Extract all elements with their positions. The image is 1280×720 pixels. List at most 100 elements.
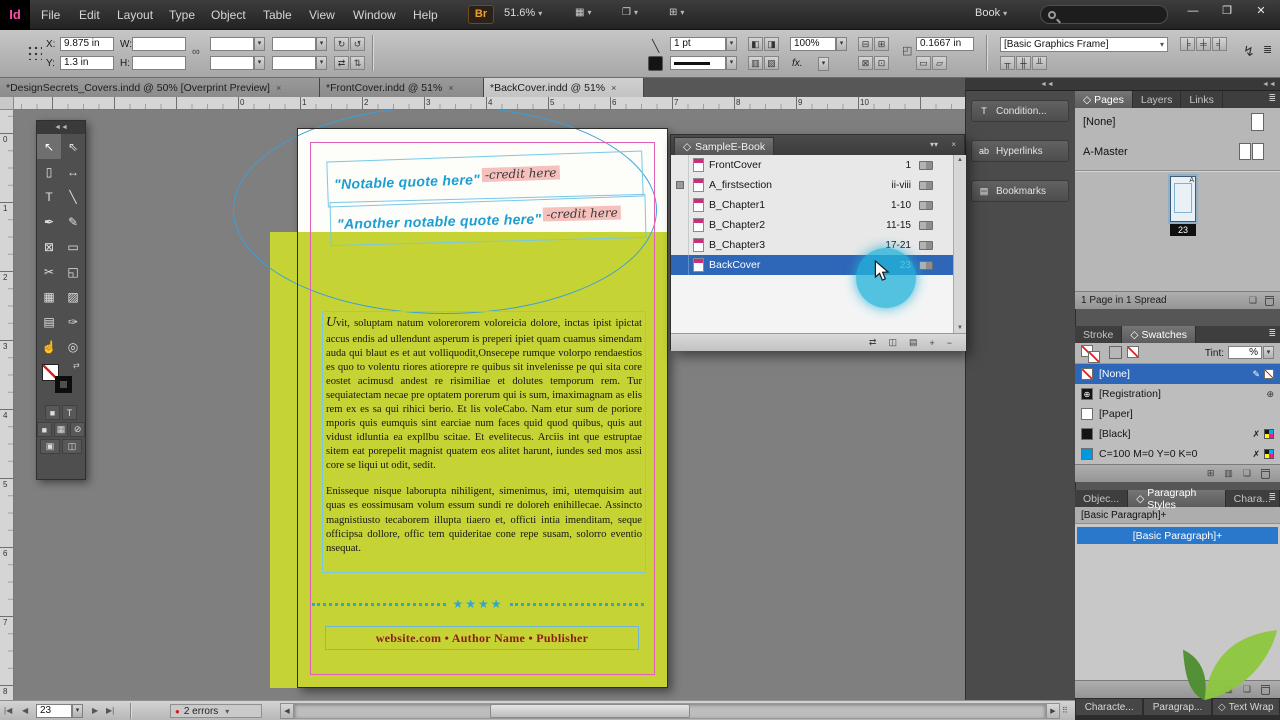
print-book-icon[interactable]: ▤ xyxy=(909,337,918,348)
footer-text-frame[interactable]: website.com • Author Name • Publisher xyxy=(325,626,639,650)
add-document-icon[interactable]: + xyxy=(929,338,934,348)
rotation-angle-field[interactable] xyxy=(272,37,316,51)
book-row-chapter3[interactable]: B_Chapter3 17-21 xyxy=(671,235,953,255)
note-tool[interactable]: ▤ xyxy=(37,309,61,334)
stroke-proxy-icon[interactable] xyxy=(1088,351,1100,363)
close-panel-icon[interactable]: × xyxy=(951,140,956,149)
tab-stroke[interactable]: Stroke xyxy=(1075,326,1123,343)
tab-paragraph-styles[interactable]: ◇ Paragraph Styles xyxy=(1128,487,1226,511)
width-field[interactable] xyxy=(132,37,186,51)
height-field[interactable] xyxy=(132,56,186,70)
quote-frame-2[interactable]: "Another notable quote here" -credit her… xyxy=(329,193,647,247)
pen-tool[interactable]: ✒ xyxy=(37,209,61,234)
page-tool[interactable]: ▯ xyxy=(37,159,61,184)
swatch-row-none[interactable]: [None] ✎ xyxy=(1075,364,1280,384)
apply-none-button[interactable]: ⊘ xyxy=(70,422,86,437)
first-page-button[interactable]: |◀ xyxy=(4,706,12,715)
workspace-switcher[interactable]: Book ▾ xyxy=(975,7,1007,19)
arrange-documents-button[interactable]: ⊞ ▾ xyxy=(669,7,684,18)
previous-page-button[interactable]: ◀ xyxy=(22,706,28,715)
book-row-chapter2[interactable]: B_Chapter2 11-15 xyxy=(671,215,953,235)
quick-apply-icon[interactable]: ↯ xyxy=(1243,43,1255,60)
book-row-chapter1[interactable]: B_Chapter1 1-10 xyxy=(671,195,953,215)
zoom-tool[interactable]: ◎ xyxy=(61,334,85,359)
panel-menu-icon[interactable]: ≣ xyxy=(1268,492,1276,503)
page-number-dropdown[interactable]: ▾ xyxy=(72,704,83,718)
object-style-combo[interactable]: [Basic Graphics Frame] ▾ xyxy=(1000,37,1168,52)
book-panel-header[interactable]: ◇ SampleE-Book ▾▾ × xyxy=(671,135,964,155)
effects-object-icon[interactable]: ▥ xyxy=(748,56,763,70)
divider-dotted-rule[interactable]: ★★★★ xyxy=(312,597,644,611)
tab-layers[interactable]: Layers xyxy=(1133,91,1182,108)
collapse-panels-icon[interactable]: ◄◄ xyxy=(1262,81,1276,88)
effects-fx-button[interactable]: fx. xyxy=(792,58,803,69)
page-number-badge[interactable]: 23 xyxy=(1170,224,1196,236)
effects-fx-dropdown[interactable]: ▾ xyxy=(818,57,829,71)
delete-swatch-icon[interactable] xyxy=(1261,468,1270,479)
minimize-panel-icon[interactable]: ▾▾ xyxy=(930,140,938,149)
horizontal-ruler[interactable]: 0 1 2 3 4 5 6 7 8 9 10 xyxy=(14,97,965,110)
corner-shape-alt-icon[interactable]: ▱ xyxy=(932,56,947,70)
synchronize-icon[interactable]: ⇄ xyxy=(869,337,877,348)
scroll-right-button[interactable]: ▶ xyxy=(1046,703,1060,719)
reference-point-proxy[interactable] xyxy=(26,44,42,60)
stroke-type-field[interactable] xyxy=(670,56,726,70)
hyperlinks-panel-button[interactable]: ab Hyperlinks xyxy=(971,140,1069,162)
vertical-ruler[interactable]: 0 1 2 3 4 5 6 7 8 xyxy=(0,110,14,700)
master-a-item[interactable]: A-Master xyxy=(1083,146,1128,158)
panel-menu-icon[interactable]: ≣ xyxy=(1268,93,1276,104)
preview-mode-button[interactable]: ◫ xyxy=(62,439,82,454)
close-icon[interactable]: × xyxy=(611,83,616,93)
menu-window[interactable]: Window xyxy=(344,0,405,30)
tools-panel-header[interactable]: ◄◄ xyxy=(37,121,85,134)
doc-tab-frontcover[interactable]: *FrontCover.indd @ 51% × xyxy=(320,78,484,97)
swatch-row-registration[interactable]: ⊕ [Registration] ⊕ xyxy=(1075,384,1280,404)
page-number-field[interactable]: 23 xyxy=(36,704,72,718)
corner-shape-icon[interactable]: ▭ xyxy=(916,56,931,70)
gap-tool[interactable]: ↔ xyxy=(61,159,85,184)
delete-page-icon[interactable] xyxy=(1265,295,1274,306)
flip-horizontal-button[interactable]: ⇄ xyxy=(334,56,349,70)
pencil-tool[interactable]: ✎ xyxy=(61,209,85,234)
book-list-scrollbar[interactable]: ▲ ▼ xyxy=(953,155,966,333)
stroke-color-swatch[interactable] xyxy=(648,56,663,71)
collapse-dock-icon[interactable]: ◄◄ xyxy=(1040,81,1054,88)
menu-layout[interactable]: Layout xyxy=(108,0,162,30)
align-middle-icon[interactable]: ╪ xyxy=(1196,37,1211,51)
menu-type[interactable]: Type xyxy=(160,0,204,30)
close-icon[interactable]: × xyxy=(448,83,453,93)
tab-pages[interactable]: ◇ Pages xyxy=(1075,91,1133,108)
tab-links[interactable]: Links xyxy=(1181,91,1223,108)
scale-x-dropdown[interactable]: ▾ xyxy=(254,37,265,51)
selection-tool[interactable]: ↖ xyxy=(37,134,61,159)
shear-dropdown[interactable]: ▾ xyxy=(316,56,327,70)
align-left-icon[interactable]: ╞ xyxy=(1180,37,1195,51)
doc-tab-backcover[interactable]: *BackCover.indd @ 51% × xyxy=(484,78,644,97)
resize-grip-icon[interactable]: ⠿ xyxy=(1062,706,1068,715)
window-close-button[interactable]: ✕ xyxy=(1246,0,1276,22)
book-panel-tab[interactable]: ◇ SampleE-Book xyxy=(674,137,775,155)
flip-vertical-button[interactable]: ⇅ xyxy=(350,56,365,70)
swatch-row-paper[interactable]: [Paper] xyxy=(1075,404,1280,424)
rotate-ccw-button[interactable]: ↺ xyxy=(350,37,365,51)
close-icon[interactable]: × xyxy=(276,83,281,93)
book-row-firstsection[interactable]: A_firstsection ii-viii xyxy=(671,175,953,195)
y-position-field[interactable]: 1.3 in xyxy=(60,56,114,70)
window-minimize-button[interactable]: — xyxy=(1178,0,1208,22)
scale-y-dropdown[interactable]: ▾ xyxy=(254,56,265,70)
remove-document-icon[interactable]: − xyxy=(947,338,952,348)
doc-tab-covers[interactable]: *DesignSecrets_Covers.indd @ 50% [Overpr… xyxy=(0,78,320,97)
bridge-button[interactable]: Br xyxy=(468,5,494,24)
wrap-object-icon[interactable]: ⊠ xyxy=(858,56,873,70)
scale-y-field[interactable] xyxy=(210,56,254,70)
stroke-type-dropdown[interactable]: ▾ xyxy=(726,56,737,70)
tint-dropdown[interactable]: ▾ xyxy=(1263,346,1274,359)
direct-selection-tool[interactable]: ⇖ xyxy=(61,134,85,159)
new-page-icon[interactable]: ❏ xyxy=(1249,295,1257,306)
align-bottom-icon[interactable]: ╨ xyxy=(1032,56,1047,70)
last-page-button[interactable]: ▶| xyxy=(106,706,114,715)
menu-object[interactable]: Object xyxy=(202,0,255,30)
menu-help[interactable]: Help xyxy=(404,0,447,30)
conditional-text-panel-button[interactable]: T Condition... xyxy=(971,100,1069,122)
align-top-icon[interactable]: ╥ xyxy=(1000,56,1015,70)
